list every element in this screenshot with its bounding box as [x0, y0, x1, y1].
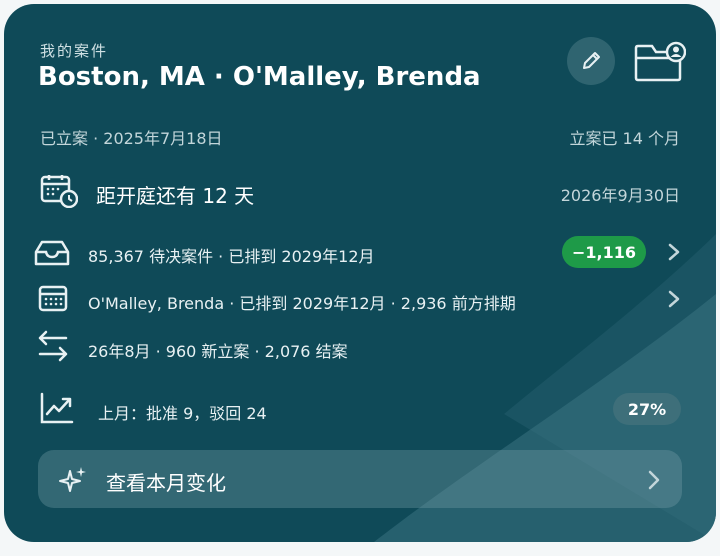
pencil-icon — [583, 52, 600, 69]
monthly-flow-row: 26年8月 · 960 新立案 · 2,076 结案 — [4, 326, 716, 366]
decisions-text: 上月：批准 9，驳回 24 — [98, 404, 267, 423]
judge-schedule-text: O'Malley, Brenda · 已排到 2029年12月 · 2,936 … — [88, 294, 516, 313]
edit-button[interactable] — [567, 37, 615, 85]
judge-schedule-row[interactable]: O'Malley, Brenda · 已排到 2029年12月 · 2,936 … — [4, 278, 716, 318]
hearing-countdown: 距开庭还有 12 天 — [96, 184, 255, 208]
case-card: 我的案件 Boston, MA · O'Malley, Brenda 已立案 ·… — [4, 4, 716, 542]
sparkle-icon — [59, 467, 86, 492]
chevron-right-icon — [668, 290, 680, 308]
arrows-swap-icon — [38, 330, 68, 362]
trend-chart-icon — [40, 392, 74, 424]
filed-date: 已立案 · 2025年7月18日 — [40, 129, 223, 148]
change-badge: −1,116 — [562, 236, 646, 268]
case-age: 立案已 14 个月 — [569, 129, 680, 148]
chevron-right-icon — [648, 470, 660, 490]
calendar-icon — [38, 285, 68, 312]
case-title: Boston, MA · O'Malley, Brenda — [38, 62, 481, 92]
chevron-right-icon — [668, 243, 680, 261]
folder-person-icon[interactable] — [634, 40, 686, 84]
decisions-row: 上月：批准 9，驳回 24 27% — [4, 388, 716, 428]
approval-rate-badge: 27% — [613, 393, 681, 425]
pending-cases-text: 85,367 待决案件 · 已排到 2029年12月 — [88, 247, 375, 266]
pending-cases-row[interactable]: 85,367 待决案件 · 已排到 2029年12月 −1,116 — [4, 232, 716, 272]
inbox-tray-icon — [34, 240, 70, 266]
view-monthly-changes-label: 查看本月变化 — [106, 471, 226, 495]
hearing-date: 2026年9月30日 — [560, 186, 680, 205]
section-eyebrow: 我的案件 — [40, 42, 109, 60]
monthly-flow-text: 26年8月 · 960 新立案 · 2,076 结案 — [88, 342, 348, 361]
calendar-clock-icon — [40, 175, 78, 208]
